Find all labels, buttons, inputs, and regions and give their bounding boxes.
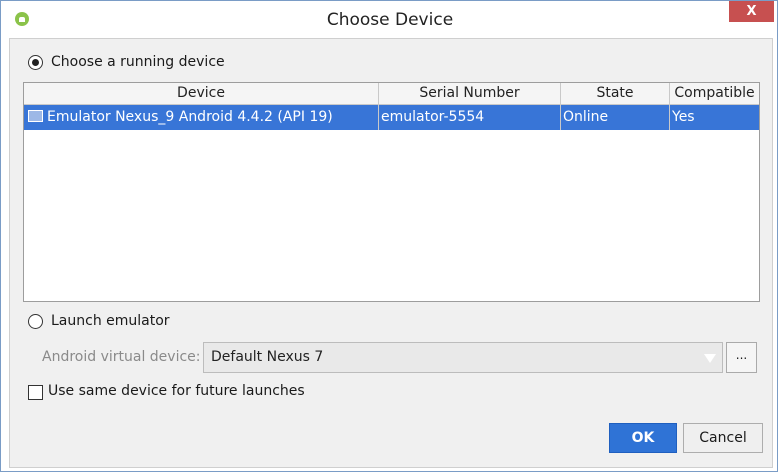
close-button[interactable]: X [729,1,774,22]
launch-emulator-label: Launch emulator [51,313,170,329]
ok-button[interactable]: OK [609,423,677,453]
header-state[interactable]: State [561,83,670,104]
chevron-down-icon[interactable] [700,348,718,367]
browse-avd-button[interactable]: ... [726,342,757,373]
choose-device-dialog: Choose Device X Choose a running device … [0,0,778,472]
serial-cell: emulator-5554 [379,105,561,130]
title-bar: Choose Device X [1,1,777,37]
header-device[interactable]: Device [24,83,379,104]
launch-emulator-radio[interactable] [28,313,43,329]
state-cell: Online [561,105,670,130]
choose-running-device-option[interactable]: Choose a running device [28,54,225,70]
device-cell: Emulator Nexus_9 Android 4.4.2 (API 19) [24,105,379,130]
device-icon [28,110,43,122]
choose-running-radio[interactable] [28,54,43,70]
device-name: Emulator Nexus_9 Android 4.4.2 (API 19) [47,109,333,125]
cancel-button[interactable]: Cancel [683,423,763,453]
table-header: Device Serial Number State Compatible [24,83,759,105]
launch-emulator-option[interactable]: Launch emulator [28,313,170,329]
avd-label: Android virtual device: [42,349,201,365]
same-device-checkbox[interactable] [28,385,43,400]
table-row[interactable]: Emulator Nexus_9 Android 4.4.2 (API 19) … [24,105,759,130]
dialog-content: Choose a running device Device Serial Nu… [9,38,773,468]
device-table[interactable]: Device Serial Number State Compatible Em… [23,82,760,302]
dialog-title: Choose Device [326,10,454,30]
same-device-label: Use same device for future launches [48,383,305,399]
avd-select[interactable]: Default Nexus 7 [203,342,723,373]
header-serial-number[interactable]: Serial Number [379,83,561,104]
compatible-cell: Yes [672,109,695,125]
avd-selected-value: Default Nexus 7 [211,349,324,365]
choose-running-label: Choose a running device [51,54,225,70]
header-compatible[interactable]: Compatible [670,83,759,104]
